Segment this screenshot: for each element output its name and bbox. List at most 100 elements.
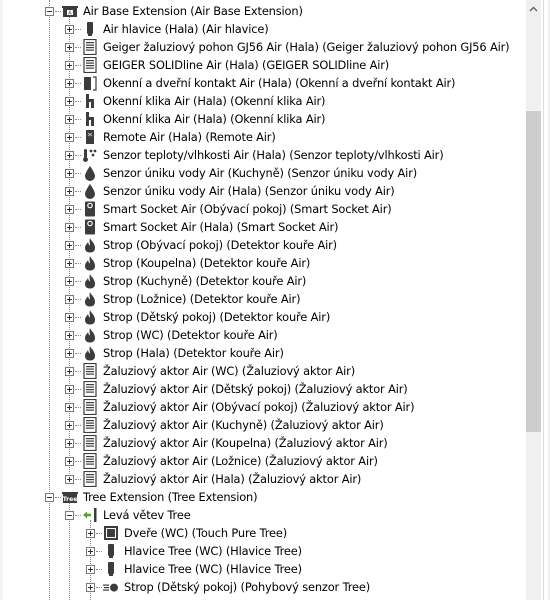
tree-node[interactable]: Strop (Ložnice) (Detektor kouře Air) — [0, 290, 526, 308]
expand-toggle[interactable] — [65, 277, 74, 286]
tree-node[interactable]: Žaluziový aktor Air (Dětský pokoj) (Žalu… — [0, 380, 526, 398]
expand-toggle[interactable] — [65, 241, 74, 250]
collapse-toggle[interactable] — [45, 493, 54, 502]
tree-node[interactable]: Strop (Dětský pokoj) (Pohybový senzor Tr… — [0, 578, 526, 596]
tree-node[interactable]: Smart Socket Air (Obývací pokoj) (Smart … — [0, 200, 526, 218]
tree-node-label[interactable]: Žaluziový aktor Air (Koupelna) (Žaluziov… — [103, 435, 388, 451]
tree-node-label[interactable]: Strop (Dětský pokoj) (Pohybový senzor Tr… — [124, 579, 370, 595]
tree-node-label[interactable]: Okenní a dveřní kontakt Air (Hala) (Oken… — [103, 75, 455, 91]
expand-toggle[interactable] — [65, 97, 74, 106]
expand-toggle[interactable] — [65, 475, 74, 484]
tree-node-label[interactable]: Hlavice Tree (WC) (Hlavice Tree) — [124, 543, 302, 559]
tree-node-extension[interactable]: A Air Base Extension (Air Base Extension) — [0, 2, 526, 20]
tree-node[interactable]: Geiger žaluziový pohon GJ56 Air (Hala) (… — [0, 38, 526, 56]
tree-node-label[interactable]: Žaluziový aktor Air (Kuchyně) (Žaluziový… — [103, 417, 384, 433]
tree-node-label[interactable]: Dveře (WC) (Touch Pure Tree) — [124, 525, 287, 541]
tree-node[interactable]: Strop (Kuchyně) (Detektor kouře Air) — [0, 272, 526, 290]
tree-node[interactable]: Žaluziový aktor Air (WC) (Žaluziový akto… — [0, 362, 526, 380]
expand-toggle[interactable] — [86, 583, 95, 592]
expand-toggle[interactable] — [65, 421, 74, 430]
tree-node[interactable]: Senzor úniku vody Air (Hala) (Senzor úni… — [0, 182, 526, 200]
expand-toggle[interactable] — [65, 133, 74, 142]
tree-node-label[interactable]: Air hlavice (Hala) (Air hlavice) — [103, 21, 269, 37]
tree-node[interactable]: Žaluziový aktor Air (Hala) (Žaluziový ak… — [0, 470, 526, 488]
tree-node-label[interactable]: Strop (Kuchyně) (Detektor kouře Air) — [103, 273, 306, 289]
tree-node-label[interactable]: Tree Extension (Tree Extension) — [83, 489, 258, 505]
expand-toggle[interactable] — [65, 295, 74, 304]
tree-node-label[interactable]: Air Base Extension (Air Base Extension) — [83, 3, 303, 19]
tree-node-label[interactable]: Strop (Ložnice) (Detektor kouře Air) — [103, 291, 301, 307]
tree-node-extension[interactable]: Tree Tree Extension (Tree Extension) — [0, 488, 526, 506]
expand-toggle[interactable] — [65, 331, 74, 340]
tree-node-label[interactable]: Remote Air (Hala) (Remote Air) — [103, 129, 276, 145]
expand-toggle[interactable] — [65, 115, 74, 124]
tree-node-label[interactable]: Žaluziový aktor Air (WC) (Žaluziový akto… — [103, 363, 355, 379]
collapse-toggle[interactable] — [65, 511, 74, 520]
collapse-toggle[interactable] — [45, 7, 54, 16]
expand-toggle[interactable] — [65, 151, 74, 160]
tree-node-label[interactable]: Hlavice Tree (WC) (Hlavice Tree) — [124, 561, 302, 577]
tree-node-label[interactable]: Žaluziový aktor Air (Hala) (Žaluziový ak… — [103, 471, 361, 487]
tree-node-label[interactable]: Okenní klika Air (Hala) (Okenní klika Ai… — [103, 93, 325, 109]
tree-node-label[interactable]: Strop (Obývací pokoj) (Detektor kouře Ai… — [103, 237, 337, 253]
expand-toggle[interactable] — [65, 403, 74, 412]
expand-toggle[interactable] — [65, 169, 74, 178]
expand-toggle[interactable] — [86, 529, 95, 538]
tree-node-label[interactable]: Strop (Dětský pokoj) (Detektor kouře Air… — [103, 309, 330, 325]
scroll-thumb[interactable] — [526, 111, 541, 432]
vertical-scrollbar[interactable] — [526, 0, 541, 600]
expand-toggle[interactable] — [65, 223, 74, 232]
expand-toggle[interactable] — [65, 385, 74, 394]
tree-node[interactable]: Okenní klika Air (Hala) (Okenní klika Ai… — [0, 92, 526, 110]
expand-toggle[interactable] — [65, 61, 74, 70]
tree-node-label[interactable]: GEIGER SOLIDline Air (Hala) (GEIGER SOLI… — [103, 57, 389, 73]
expand-toggle[interactable] — [65, 259, 74, 268]
tree-node[interactable]: Žaluziový aktor Air (Ložnice) (Žaluziový… — [0, 452, 526, 470]
tree-node[interactable]: Žaluziový aktor Air (Obývací pokoj) (Žal… — [0, 398, 526, 416]
tree-node-label[interactable]: Senzor úniku vody Air (Kuchyně) (Senzor … — [103, 165, 417, 181]
tree-node-label[interactable]: Strop (WC) (Detektor kouře Air) — [103, 327, 278, 343]
scroll-up-button[interactable] — [526, 0, 541, 17]
tree-node[interactable]: Smart Socket Air (Hala) (Smart Socket Ai… — [0, 218, 526, 236]
tree-node[interactable]: Strop (WC) (Detektor kouře Air) — [0, 326, 526, 344]
expand-toggle[interactable] — [65, 367, 74, 376]
tree-node-label[interactable]: Senzor teploty/vlhkosti Air (Hala) (Senz… — [103, 147, 444, 163]
tree-node-label[interactable]: Žaluziový aktor Air (Dětský pokoj) (Žalu… — [103, 381, 408, 397]
expand-toggle[interactable] — [65, 25, 74, 34]
tree-node-label[interactable]: Smart Socket Air (Hala) (Smart Socket Ai… — [103, 219, 338, 235]
expand-toggle[interactable] — [65, 457, 74, 466]
device-tree[interactable]: A Air Base Extension (Air Base Extension)… — [0, 0, 526, 600]
expand-toggle[interactable] — [86, 565, 95, 574]
tree-node-label[interactable]: Okenní klika Air (Hala) (Okenní klika Ai… — [103, 111, 325, 127]
tree-node[interactable]: Levá větev Tree — [0, 506, 526, 524]
expand-toggle[interactable] — [86, 547, 95, 556]
tree-node-label[interactable]: Strop (Hala) (Detektor kouře Air) — [103, 345, 284, 361]
tree-node[interactable]: Okenní a dveřní kontakt Air (Hala) (Oken… — [0, 74, 526, 92]
tree-node[interactable]: Okenní klika Air (Hala) (Okenní klika Ai… — [0, 110, 526, 128]
tree-node-label[interactable]: Strop (Koupelna) (Detektor kouře Air) — [103, 255, 310, 271]
expand-toggle[interactable] — [65, 313, 74, 322]
tree-node-label[interactable]: Žaluziový aktor Air (Ložnice) (Žaluziový… — [103, 453, 378, 469]
expand-toggle[interactable] — [65, 205, 74, 214]
expand-toggle[interactable] — [65, 187, 74, 196]
tree-node[interactable]: Senzor úniku vody Air (Kuchyně) (Senzor … — [0, 164, 526, 182]
tree-node[interactable]: Senzor teploty/vlhkosti Air (Hala) (Senz… — [0, 146, 526, 164]
tree-node[interactable]: Remote Air (Hala) (Remote Air) — [0, 128, 526, 146]
tree-node-label[interactable]: Geiger žaluziový pohon GJ56 Air (Hala) (… — [103, 39, 510, 55]
tree-node[interactable]: Hlavice Tree (WC) (Hlavice Tree) — [0, 560, 526, 578]
tree-node-label[interactable]: Senzor úniku vody Air (Hala) (Senzor úni… — [103, 183, 395, 199]
expand-toggle[interactable] — [65, 439, 74, 448]
tree-node[interactable]: Air hlavice (Hala) (Air hlavice) — [0, 20, 526, 38]
tree-node[interactable]: Strop (Hala) (Detektor kouře Air) — [0, 344, 526, 362]
tree-node[interactable]: Dveře (WC) (Touch Pure Tree) — [0, 524, 526, 542]
expand-toggle[interactable] — [65, 349, 74, 358]
tree-node[interactable]: Strop (Dětský pokoj) (Detektor kouře Air… — [0, 308, 526, 326]
tree-node[interactable]: Strop (Obývací pokoj) (Detektor kouře Ai… — [0, 236, 526, 254]
tree-node-label[interactable]: Žaluziový aktor Air (Obývací pokoj) (Žal… — [103, 399, 415, 415]
tree-node-label[interactable]: Smart Socket Air (Obývací pokoj) (Smart … — [103, 201, 392, 217]
expand-toggle[interactable] — [65, 79, 74, 88]
tree-node[interactable]: GEIGER SOLIDline Air (Hala) (GEIGER SOLI… — [0, 56, 526, 74]
tree-node-label[interactable]: Levá větev Tree — [103, 507, 191, 523]
tree-node[interactable]: Žaluziový aktor Air (Koupelna) (Žaluziov… — [0, 434, 526, 452]
tree-node[interactable]: Strop (Koupelna) (Detektor kouře Air) — [0, 254, 526, 272]
